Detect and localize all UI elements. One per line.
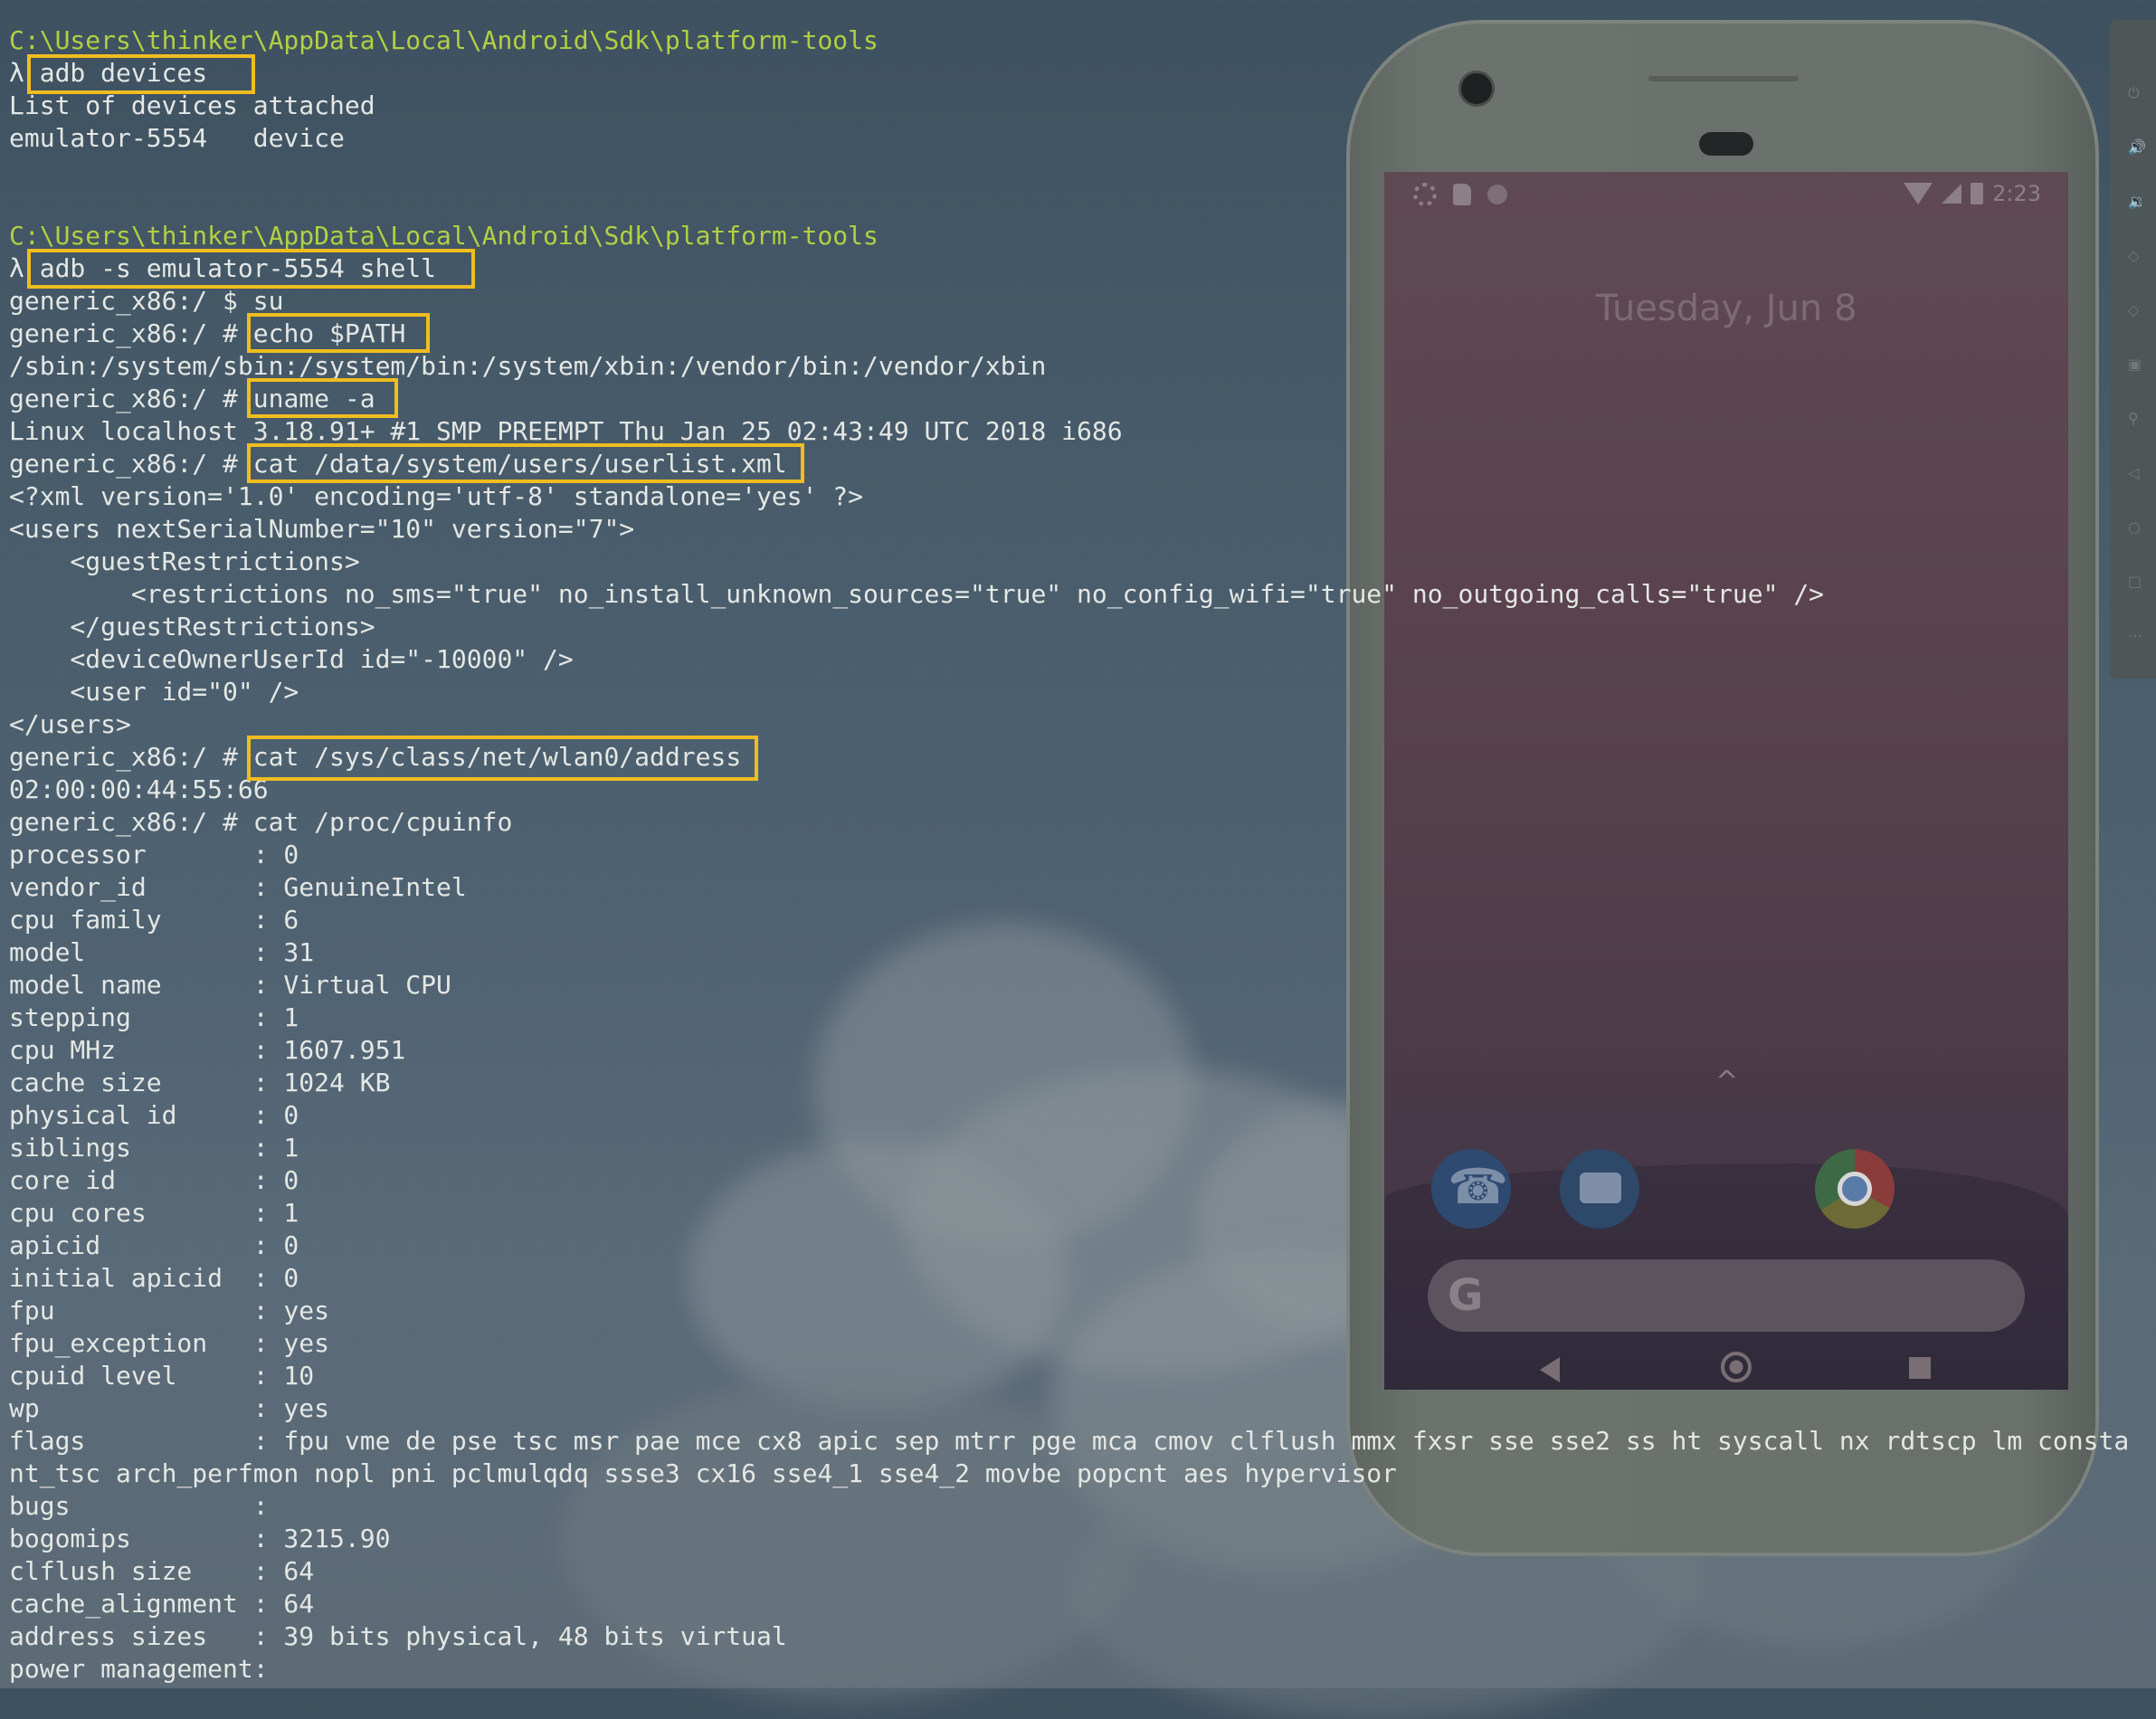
- cpuinfo-line: cpuid level : 10: [9, 1361, 315, 1391]
- cpuinfo-line: bugs :: [9, 1491, 269, 1521]
- command-line[interactable]: generic_x86:/ # cat /proc/cpuinfo: [9, 806, 512, 839]
- cpuinfo-line: cache size : 1024 KB: [9, 1068, 391, 1097]
- output-line: emulator-5554 device: [9, 123, 345, 153]
- root-prompt: generic_x86:/ #: [9, 742, 238, 772]
- xml-output-line: </users>: [9, 709, 131, 739]
- cpuinfo-line: cache_alignment : 64: [9, 1589, 315, 1619]
- highlight-box-uname: [247, 378, 398, 418]
- cpuinfo-line: address sizes : 39 bits physical, 48 bit…: [9, 1621, 787, 1651]
- root-prompt: generic_x86:/ #: [9, 384, 238, 413]
- cpuinfo-line: wp : yes: [9, 1393, 330, 1423]
- root-prompt: generic_x86:/ #: [9, 449, 238, 479]
- output-line: 02:00:00:44:55:66: [9, 774, 269, 804]
- cpuinfo-line: power management:: [9, 1654, 269, 1684]
- highlight-box-adb-devices: [27, 54, 255, 94]
- prompt-lambda: λ: [9, 253, 24, 283]
- xml-output-line: <deviceOwnerUserId id="-10000" />: [9, 644, 574, 674]
- xml-output-line: <restrictions no_sms="true" no_install_u…: [9, 579, 1825, 609]
- prompt-path: C:\Users\thinker\AppData\Local\Android\S…: [9, 25, 879, 55]
- cpuinfo-line: clflush size : 64: [9, 1556, 315, 1586]
- xml-output-line: <user id="0" />: [9, 677, 299, 707]
- output-line: generic_x86:/ $ su: [9, 286, 284, 316]
- output-line: List of devices attached: [9, 90, 375, 120]
- cpuinfo-line: initial apicid : 0: [9, 1263, 299, 1293]
- prompt-path: C:\Users\thinker\AppData\Local\Android\S…: [9, 221, 879, 251]
- cpuinfo-line: cpu MHz : 1607.951: [9, 1035, 406, 1065]
- highlight-box-adb-shell: [27, 249, 475, 289]
- cpuinfo-line: cpu cores : 1: [9, 1198, 299, 1228]
- xml-output-line: <?xml version='1.0' encoding='utf-8' sta…: [9, 481, 864, 511]
- cpuinfo-line: bogomips : 3215.90: [9, 1524, 391, 1553]
- cpuinfo-line: fpu : yes: [9, 1296, 330, 1325]
- cpuinfo-line: fpu_exception : yes: [9, 1328, 330, 1358]
- xml-output-line: <guestRestrictions>: [9, 546, 360, 576]
- cpuinfo-line: physical id : 0: [9, 1100, 299, 1130]
- highlight-box-cat-wlan: [247, 736, 758, 781]
- highlight-box-echo-path: [247, 313, 430, 353]
- output-line: /sbin:/system/sbin:/system/bin:/system/x…: [9, 351, 1047, 381]
- root-prompt: generic_x86:/ #: [9, 318, 238, 348]
- prompt-lambda: λ: [9, 58, 24, 88]
- cpuinfo-line: processor : 0: [9, 840, 299, 869]
- xml-output-line: </guestRestrictions>: [9, 612, 375, 641]
- cpuinfo-line: core id : 0: [9, 1165, 299, 1195]
- cpuinfo-line: vendor_id : GenuineIntel: [9, 872, 467, 902]
- cpuinfo-line: siblings : 1: [9, 1133, 299, 1163]
- xml-output-line: <users nextSerialNumber="10" version="7"…: [9, 514, 635, 544]
- cpuinfo-line: apicid : 0: [9, 1230, 299, 1260]
- cpuinfo-line: cpu family : 6: [9, 905, 299, 935]
- cpuinfo-line: stepping : 1: [9, 1002, 299, 1032]
- cpuinfo-line: nt_tsc arch_perfmon nopl pni pclmulqdq s…: [9, 1458, 1398, 1488]
- cpuinfo-line: model : 31: [9, 937, 315, 967]
- terminal-window[interactable]: C:\Users\thinker\AppData\Local\Android\S…: [0, 0, 2156, 1688]
- cpuinfo-line: model name : Virtual CPU: [9, 970, 451, 1000]
- cpuinfo-line: flags : fpu vme de pse tsc msr pae mce c…: [9, 1426, 2130, 1456]
- highlight-box-cat-userlist: [247, 443, 804, 483]
